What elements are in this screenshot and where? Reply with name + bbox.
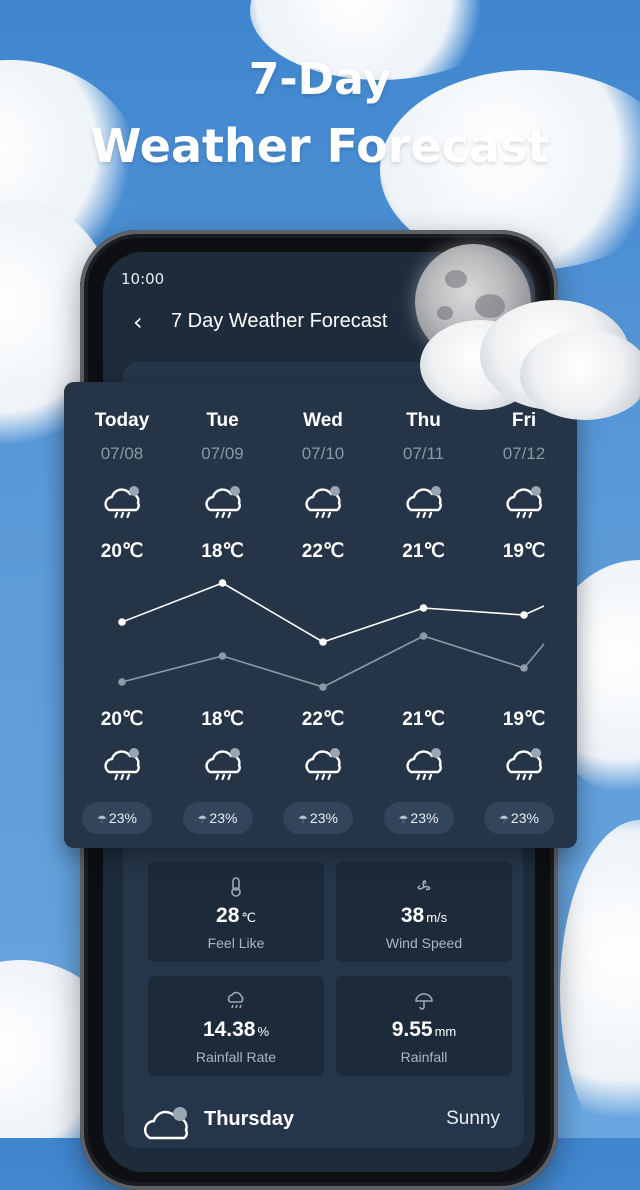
feel-like-value: 28 — [216, 904, 240, 927]
precip-value: 23% — [209, 810, 238, 826]
day-date: 07/08 — [100, 444, 144, 463]
precip-badge: ☂ 23% — [82, 802, 152, 834]
temperature-graph — [118, 579, 545, 691]
rainfall-rate-label: Rainfall Rate — [195, 1049, 277, 1065]
summary-day: Thursday — [204, 1108, 295, 1130]
rainfall-value: 9.55 — [391, 1018, 433, 1041]
low-temp: 18℃ — [201, 709, 244, 730]
low-temp-line-point — [218, 652, 227, 660]
rain-cloud-icon — [303, 484, 347, 520]
status-time: 10:00 — [121, 270, 165, 288]
rainfall-tile: 9.55 mm Rainfall — [336, 976, 512, 1076]
rain-cloud-icon — [404, 746, 448, 782]
low-temp-line-point — [319, 683, 327, 691]
rain-cloud-icon — [203, 746, 247, 782]
chevron-left-icon: ‹ — [133, 308, 143, 336]
day-name: Wed — [303, 410, 343, 431]
day-name: Tue — [206, 410, 239, 431]
rain-cloud-icon — [504, 484, 548, 520]
wind-speed-unit: m/s — [426, 910, 448, 925]
precip-value: 23% — [410, 810, 439, 826]
rainfall-label: Rainfall — [400, 1049, 448, 1065]
high-temp-line-point — [319, 638, 327, 646]
forecast-card: Today 07/08 20℃ 20℃ ☂ 23% Tue 07/09 18℃ 18℃ ☂ 23% We… — [64, 382, 577, 848]
feel-like-tile: 28 ℃ Feel Like — [148, 862, 324, 962]
low-temp: 19℃ — [502, 709, 546, 730]
day-date: 07/11 — [402, 444, 445, 463]
day-date: 07/09 — [201, 444, 244, 463]
rainfall-rate-value: 14.38 — [202, 1018, 256, 1041]
promo-title-line2: Weather Forecast — [90, 119, 550, 173]
high-temp-line — [121, 582, 545, 643]
feel-like-unit: ℃ — [241, 910, 256, 925]
summary-condition: Sunny — [446, 1108, 500, 1129]
low-temp: 22℃ — [301, 709, 345, 730]
rainfall-unit: mm — [434, 1024, 457, 1039]
precip-badge: ☂ 23% — [182, 802, 253, 834]
low-temp-line-point — [419, 632, 428, 640]
umbrella-icon — [336, 990, 512, 1012]
precip-badge: ☂ 23% — [283, 802, 353, 834]
rain-cloud-icon — [148, 990, 324, 1012]
cloud-decoration — [520, 330, 640, 420]
rain-drop-icon: ☂ — [499, 814, 509, 826]
precip-value: 23% — [309, 810, 338, 826]
high-temp: 21℃ — [402, 541, 445, 562]
precip-badge: ☂ 23% — [484, 802, 554, 834]
wind-icon — [336, 876, 512, 898]
rain-cloud-icon — [504, 746, 548, 782]
rainfall-rate-unit: % — [257, 1024, 270, 1039]
rain-drop-icon: ☂ — [197, 814, 208, 826]
day-date: 07/10 — [301, 444, 345, 463]
high-temp: 19℃ — [502, 541, 546, 562]
rain-drop-icon: ☂ — [97, 814, 107, 826]
cloud-icon — [143, 1107, 188, 1140]
rain-cloud-icon — [404, 484, 448, 520]
high-temp-line-point — [118, 618, 126, 626]
precip-badge: ☂ 23% — [383, 802, 454, 834]
low-temp-line-point — [520, 664, 528, 672]
feel-like-label: Feel Like — [207, 935, 265, 951]
page-title: 7 Day Weather Forecast — [171, 310, 388, 332]
low-temp-line-point — [118, 678, 126, 686]
day-name: Thu — [406, 410, 441, 431]
promo-title-line1: 7-Day — [248, 54, 392, 105]
wind-speed-value: 38 — [400, 904, 425, 927]
wind-speed-label: Wind Speed — [385, 935, 463, 951]
rain-drop-icon: ☂ — [298, 814, 308, 826]
high-temp: 20℃ — [100, 541, 144, 562]
back-button[interactable]: ‹ — [133, 308, 143, 336]
rain-cloud-icon — [102, 484, 146, 520]
precip-value: 23% — [510, 810, 539, 826]
low-temp-line — [121, 635, 545, 688]
high-temp-line-point — [218, 579, 227, 587]
low-temp: 20℃ — [100, 709, 144, 730]
precip-value: 23% — [108, 810, 137, 826]
thermometer-icon — [148, 876, 324, 898]
daily-summary-row[interactable]: Thursday Sunny — [124, 1088, 524, 1148]
rain-cloud-icon — [102, 746, 146, 782]
high-temp: 18℃ — [201, 541, 244, 562]
low-temp: 21℃ — [402, 709, 445, 730]
promo-headline: 7-Day Weather Forecast — [0, 52, 640, 178]
day-name: Today — [94, 410, 150, 431]
high-temp-line-point — [520, 611, 528, 619]
rainfall-rate-tile: 14.38% Rainfall Rate — [148, 976, 324, 1076]
high-temp: 22℃ — [301, 541, 345, 562]
rain-drop-icon: ☂ — [398, 814, 409, 826]
rain-cloud-icon — [303, 746, 347, 782]
rain-cloud-icon — [203, 484, 247, 520]
wind-speed-tile: 38 m/s Wind Speed — [336, 862, 512, 962]
day-date: 07/12 — [502, 444, 546, 463]
cloud-decoration — [560, 820, 640, 1138]
high-temp-line-point — [419, 604, 428, 612]
